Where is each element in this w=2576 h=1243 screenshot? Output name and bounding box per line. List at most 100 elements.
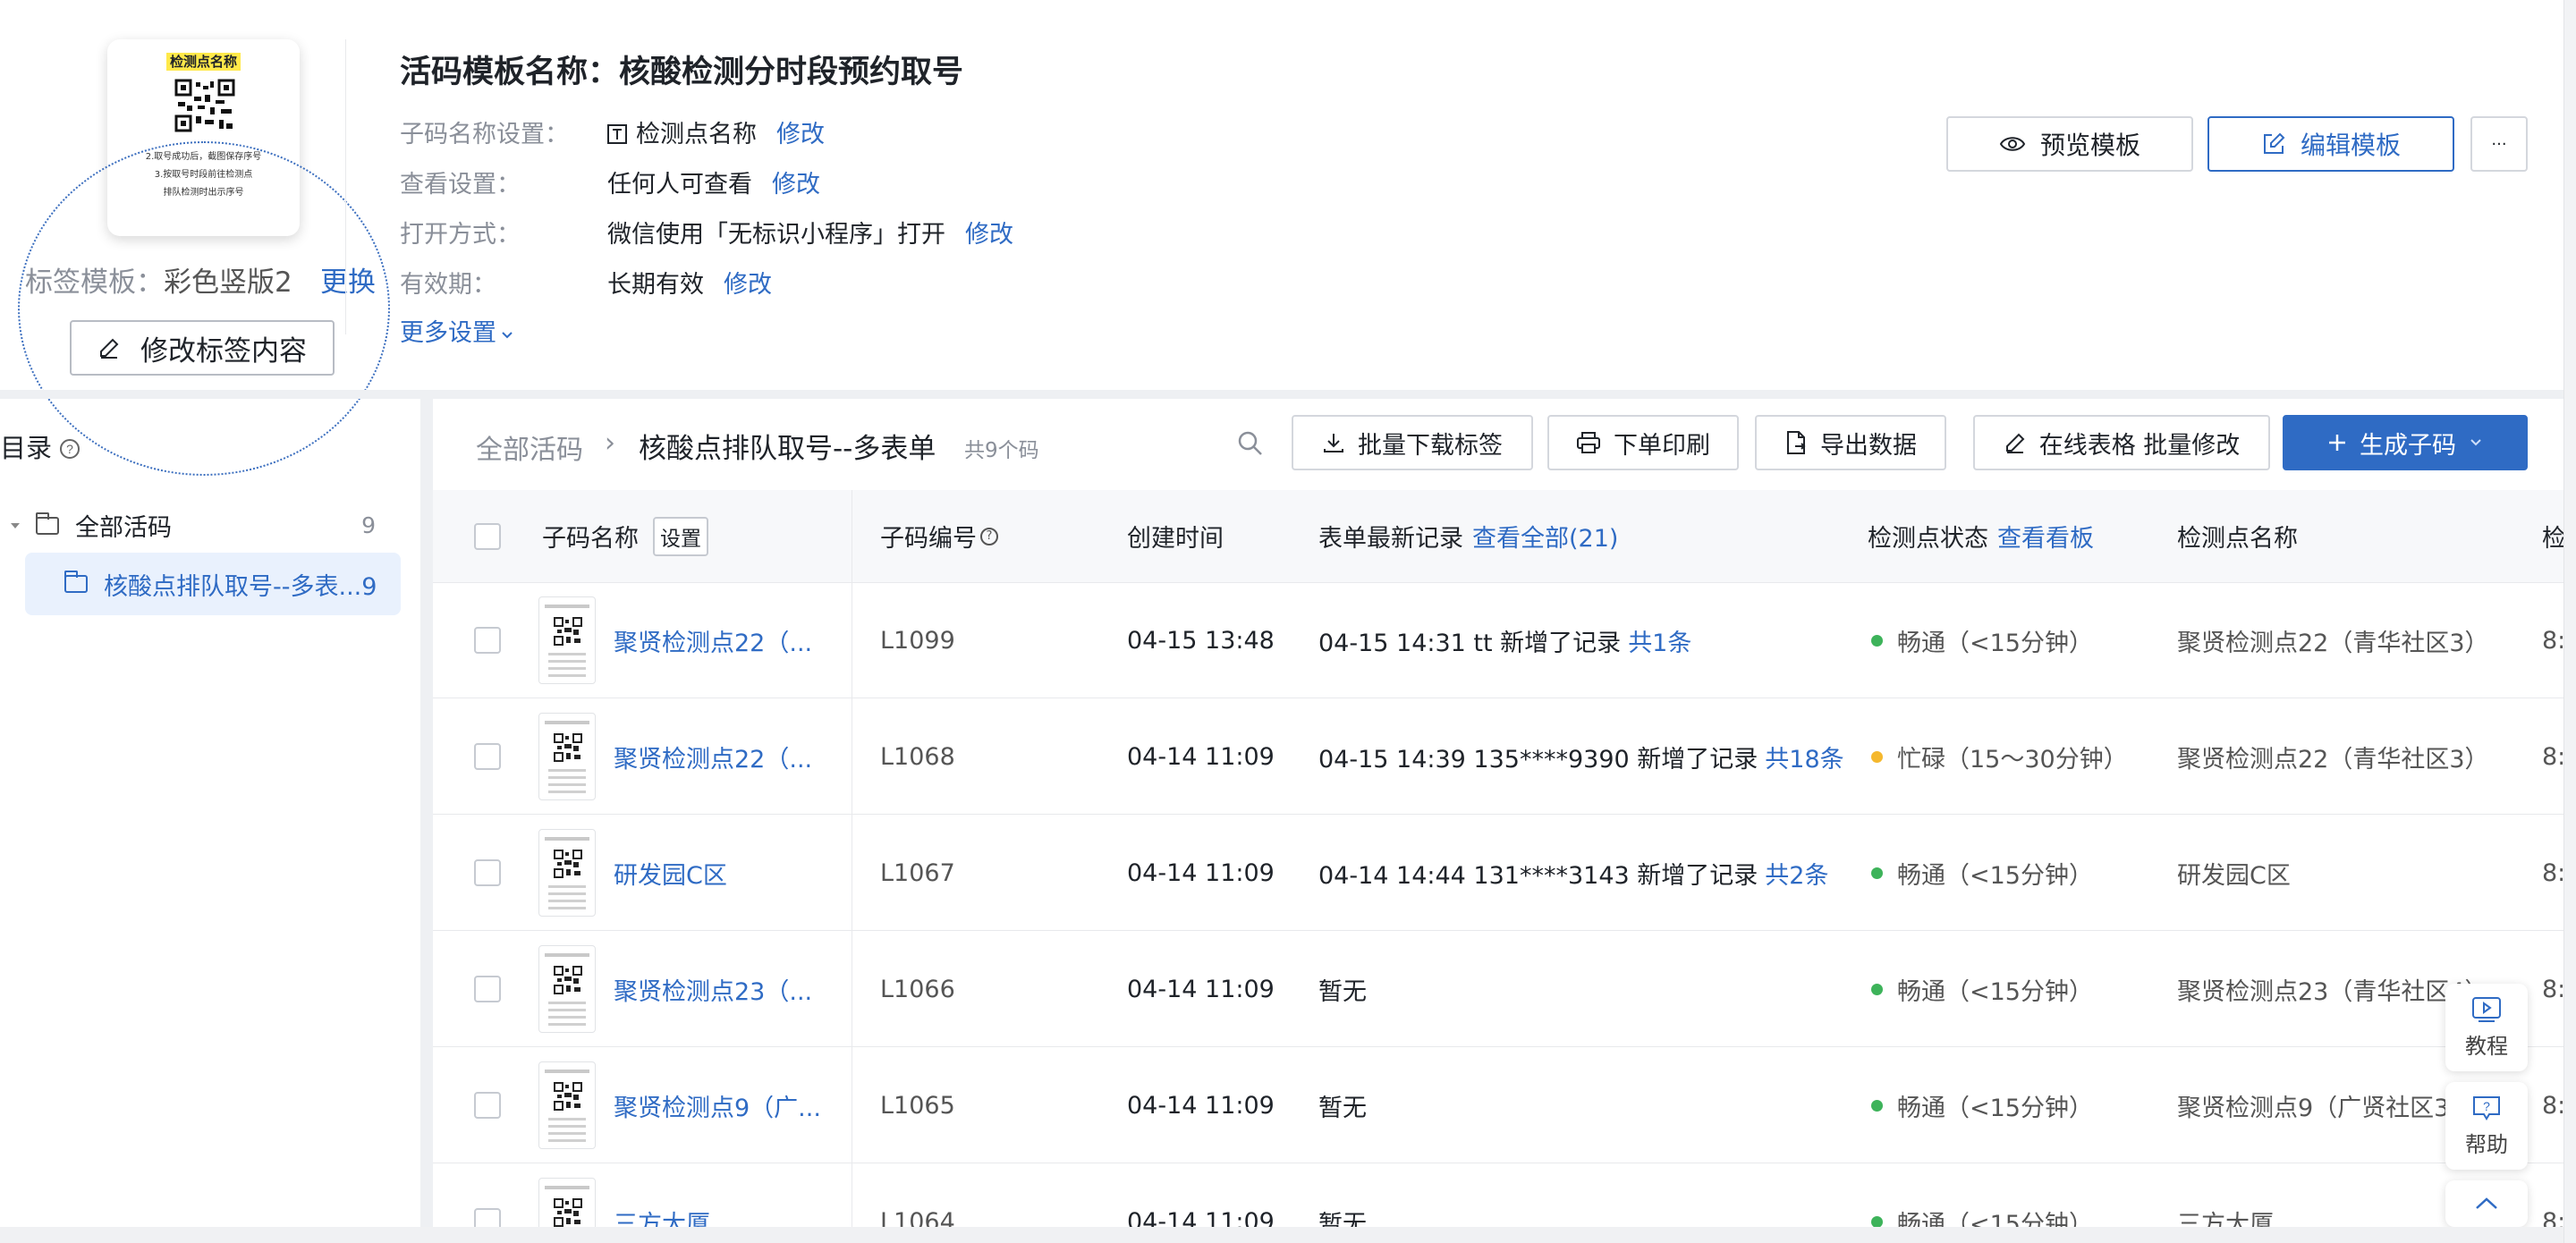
site-status: 忙碌（15～30分钟） <box>1897 745 2128 774</box>
latest-record: 04-15 14:31 tt 新增了记录 <box>1318 629 1622 657</box>
extra-value: 8:0 <box>2542 975 2563 1003</box>
select-all-checkbox[interactable] <box>474 522 501 550</box>
qr-code-icon <box>554 850 582 878</box>
horizontal-scrollbar[interactable] <box>0 1227 2576 1243</box>
subcode-name-link[interactable]: 聚贤检测点9（广... <box>614 1088 821 1123</box>
sidebar-item-all-codes[interactable]: 全部活码 9 <box>7 508 383 543</box>
label-thumbnail[interactable] <box>538 596 596 684</box>
printer-icon <box>1577 432 1600 453</box>
help-circle-icon[interactable]: ? <box>59 438 80 460</box>
help-button[interactable]: ? 帮助 <box>2445 1082 2528 1170</box>
modify-validity-link[interactable]: 修改 <box>724 271 772 299</box>
modify-open-mode-link[interactable]: 修改 <box>965 221 1013 249</box>
search-icon[interactable] <box>1236 429 1265 458</box>
table-row[interactable]: 聚贤检测点22（... L1099 04-15 13:48 04-15 14:31 t… <box>433 583 2563 698</box>
table-row[interactable]: 聚贤检测点9（广... L1065 04-14 11:09 暂无 畅通（<15分钟） 聚贤… <box>433 1048 2563 1163</box>
chevron-up-icon <box>2476 1197 2497 1209</box>
divider <box>345 39 346 334</box>
label-thumbnail[interactable] <box>538 1178 596 1227</box>
preview-template-button[interactable]: 预览模板 <box>1946 116 2193 172</box>
plus-icon <box>2329 435 2345 451</box>
tutorial-button[interactable]: 教程 <box>2445 984 2528 1071</box>
more-options-button[interactable]: ··· <box>2470 116 2528 172</box>
subcode-number: L1064 <box>880 1207 955 1228</box>
generate-subcode-button[interactable]: 生成子码 <box>2283 415 2528 470</box>
vertical-scrollbar[interactable] <box>2563 0 2576 1243</box>
modify-view-link[interactable]: 修改 <box>772 171 820 199</box>
subcode-name-link[interactable]: 研发园C区 <box>614 856 727 891</box>
row-checkbox[interactable] <box>474 1208 501 1227</box>
table-row[interactable]: 三方大厦 L1064 04-14 11:09 暂无 畅通（<15分钟） 三方大厦 8:0 <box>433 1164 2563 1227</box>
setting-row-subcode-name: 子码名称设置： 检测点名称 修改 <box>400 121 825 148</box>
label-thumbnail[interactable] <box>538 829 596 917</box>
view-dashboard-link[interactable]: 查看看板 <box>1997 519 2094 554</box>
subcode-number: L1099 <box>880 626 955 655</box>
edit-template-button[interactable]: 编辑模板 <box>2207 116 2454 172</box>
more-settings-link[interactable]: 更多设置 <box>400 313 514 348</box>
latest-record: 04-15 14:39 135****9390 新增了记录 <box>1318 745 1758 774</box>
extra-value: 8:0 <box>2542 626 2563 655</box>
sidebar-item-nucleic-acid-queue[interactable]: 核酸点排队取号--多表...9 <box>25 553 401 615</box>
table-row[interactable]: 研发园C区 L1067 04-14 11:09 04-14 14:44 131****… <box>433 816 2563 931</box>
help-circle-icon[interactable]: ? <box>980 527 998 545</box>
site-name: 聚贤检测点22（青华社区3） <box>2177 629 2489 657</box>
caret-down-icon[interactable] <box>7 518 23 534</box>
subcode-name-link[interactable]: 三方大厦 <box>614 1205 710 1228</box>
record-count-link[interactable]: 共18条 <box>1765 740 1843 774</box>
row-checkbox[interactable] <box>474 976 501 1002</box>
breadcrumb-root[interactable]: 全部活码 <box>476 427 583 467</box>
back-to-top-button[interactable] <box>2445 1180 2528 1227</box>
chevron-down-icon <box>502 332 513 339</box>
header-site-name: 检测点名称 <box>2177 525 2298 553</box>
site-status: 畅通（<15分钟） <box>1897 1210 2093 1228</box>
row-checkbox[interactable] <box>474 1092 501 1119</box>
record-count-link[interactable]: 共1条 <box>1628 623 1691 658</box>
table-row[interactable]: 聚贤检测点23（... L1066 04-14 11:09 暂无 畅通（<15分钟） 聚贤… <box>433 932 2563 1047</box>
highlight-circle <box>18 141 390 476</box>
record-count-link[interactable]: 共2条 <box>1765 856 1828 891</box>
status-dot <box>1871 983 1883 995</box>
site-name: 研发园C区 <box>2177 861 2291 890</box>
sidebar-item-count: 9 <box>361 512 376 538</box>
page-title: 活码模板名称：核酸检测分时段预约取号 <box>400 55 964 90</box>
created-time: 04-14 11:09 <box>1127 858 1275 887</box>
created-time: 04-14 11:09 <box>1127 1207 1275 1228</box>
label-thumbnail[interactable] <box>538 1061 596 1149</box>
view-all-records-link[interactable]: 查看全部(21) <box>1472 519 1618 554</box>
modify-subcode-name-link[interactable]: 修改 <box>776 121 825 148</box>
extra-value: 8:0 <box>2542 742 2563 771</box>
row-checkbox[interactable] <box>474 743 501 770</box>
export-data-button[interactable]: 导出数据 <box>1755 415 1946 470</box>
subcode-name-link[interactable]: 聚贤检测点23（... <box>614 972 812 1007</box>
help-chat-icon: ? <box>2473 1095 2500 1120</box>
latest-record: 暂无 <box>1318 1094 1367 1122</box>
latest-record: 暂无 <box>1318 977 1367 1006</box>
label-thumbnail[interactable] <box>538 713 596 800</box>
qr-code-icon <box>554 617 582 646</box>
setting-row-validity: 有效期： 长期有效 修改 <box>400 271 772 299</box>
latest-record: 暂无 <box>1318 1210 1367 1228</box>
chevron-down-icon <box>2470 439 2481 446</box>
table-row[interactable]: 聚贤检测点22（... L1068 04-14 11:09 04-15 14:39 1… <box>433 699 2563 815</box>
row-checkbox[interactable] <box>474 859 501 886</box>
template-header-panel: 检测点名称 2.取号成功后，截图保存序号 3.按取号时段前往检测点 排队检测时出… <box>0 0 2576 476</box>
section-separator <box>0 390 2576 399</box>
sidebar-item-label: 核酸点排队取号--多表...9 <box>104 572 377 601</box>
site-name: 三方大厦 <box>2177 1210 2274 1228</box>
order-print-button[interactable]: 下单印刷 <box>1547 415 1739 470</box>
label-thumbnail[interactable] <box>538 945 596 1033</box>
online-batch-edit-button[interactable]: 在线表格 批量修改 <box>1973 415 2270 470</box>
subcode-name-link[interactable]: 聚贤检测点22（... <box>614 623 812 658</box>
row-checkbox[interactable] <box>474 627 501 654</box>
breadcrumb-current: 核酸点排队取号--多表单 <box>639 433 936 465</box>
batch-download-labels-button[interactable]: 批量下载标签 <box>1292 415 1533 470</box>
site-name: 聚贤检测点9（广贤社区3） <box>2177 1094 2474 1122</box>
eye-icon <box>1999 137 2026 151</box>
table-header: 子码名称 设置 子码编号? 创建时间 表单最新记录 查看全部(21) 检测点状态 查看… <box>433 490 2563 583</box>
status-dot <box>1871 634 1883 647</box>
status-dot <box>1871 750 1883 763</box>
subcode-name-link[interactable]: 聚贤检测点22（... <box>614 740 812 774</box>
column-setting-button[interactable]: 设置 <box>653 516 708 556</box>
svg-text:?: ? <box>2483 1099 2490 1113</box>
qr-code-icon <box>554 733 582 762</box>
